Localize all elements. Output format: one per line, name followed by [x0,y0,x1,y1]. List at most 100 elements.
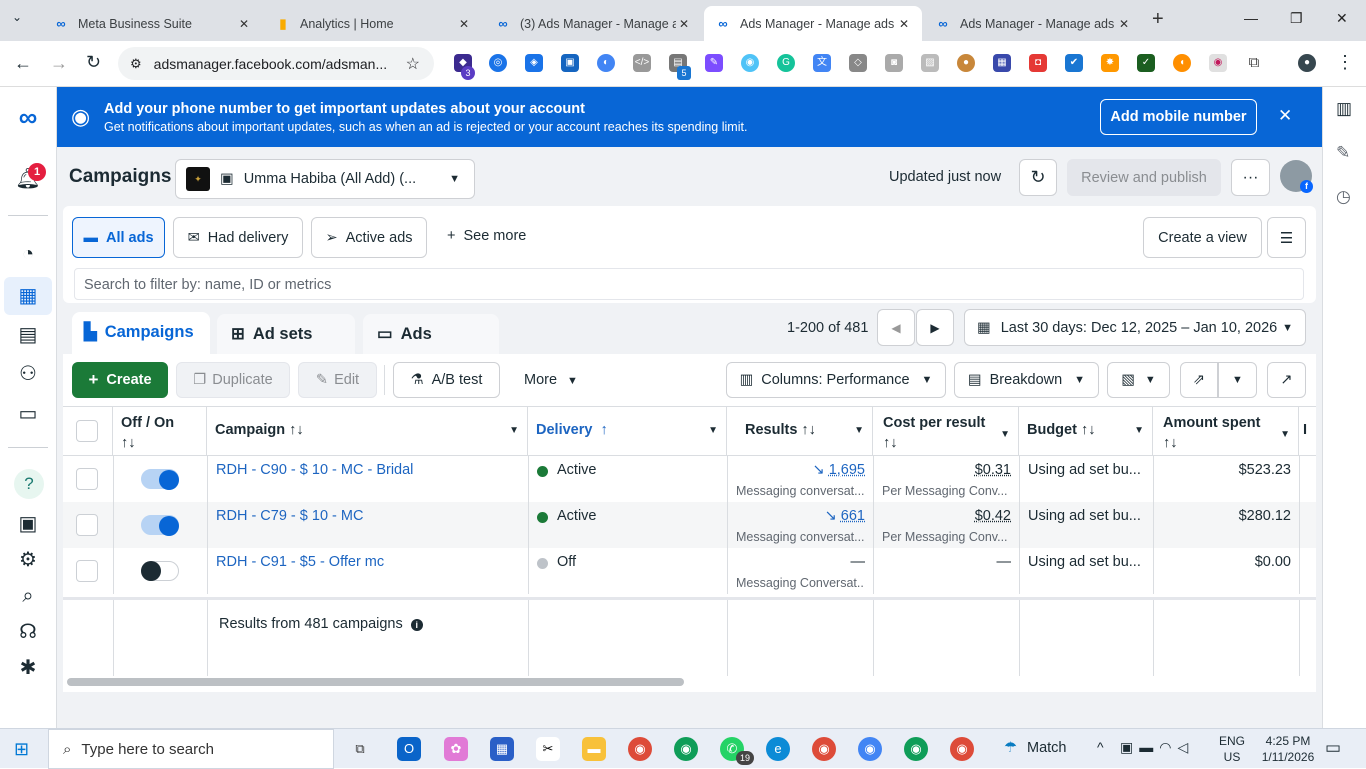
meta-logo-icon[interactable]: ∞ [14,103,42,131]
tab-ads[interactable]: ▭ Ads [363,314,499,354]
weather-widget[interactable]: ☂ Match [1004,740,1067,756]
grammarly-icon[interactable]: G [777,54,795,72]
history-clock-icon[interactable]: ◷ [1336,187,1351,207]
see-more-button[interactable]: + See more [447,228,526,244]
close-icon[interactable]: ✕ [456,17,472,31]
browser-menu-icon[interactable]: ⋮ [1336,52,1354,73]
address-bar[interactable]: ⚙ adsmanager.facebook.com/adsman... ☆ [118,47,434,80]
minimize-icon[interactable]: — [1244,10,1258,26]
browser-tab-active[interactable]: ∞ Ads Manager - Manage ads ✕ [704,6,922,41]
back-icon[interactable]: ← [14,53,32,74]
help-icon[interactable]: ? [14,469,44,499]
browser-tab[interactable]: ∞ Meta Business Suite ✕ [42,6,262,41]
row-checkbox[interactable] [76,514,98,536]
site-info-icon[interactable]: ⚙ [130,56,142,72]
account-overview-gauge-icon[interactable]: ◔ [14,240,42,268]
column-header-off-on[interactable]: Off / On ↑↓ [113,407,207,455]
tray-icons[interactable]: ▣▬◠◁ [1120,739,1194,756]
profile-avatar[interactable]: ● [1298,54,1316,72]
row-checkbox[interactable] [76,560,98,582]
bug-report-icon[interactable]: ✱ [14,654,42,682]
column-menu-icon[interactable]: ▼ [708,425,718,436]
extension-icon[interactable]: ✎ [705,54,723,72]
campaign-name-link[interactable]: RDH - C90 - $ 10 - MC - Bridal [216,462,413,478]
tab-search-chevron-icon[interactable]: ⌄ [12,10,22,24]
column-header-budget[interactable]: Budget ↑↓ ▼ [1019,407,1153,455]
charts-button[interactable]: ↗ [1267,362,1306,398]
extension-icon[interactable]: ✓ [1137,54,1155,72]
edit-pencil-icon[interactable]: ✎ [1336,143,1350,163]
view-settings-button[interactable]: ☰ [1267,217,1306,258]
extension-icon[interactable]: ◉ [1209,54,1227,72]
extension-icon[interactable]: ◈ [525,54,543,72]
windows-start-icon[interactable]: ⊞ [14,739,29,760]
campaign-toggle[interactable] [141,515,179,536]
translate-icon[interactable]: 文 [813,54,831,72]
campaign-name-link[interactable]: RDH - C91 - $5 - Offer mc [216,554,384,570]
chrome-profile-icon[interactable]: ◉ [904,737,928,761]
more-options-button[interactable]: ··· [1231,159,1270,196]
extension-icon[interactable]: ✔ [1065,54,1083,72]
extension-icon[interactable]: ◖ [1173,54,1191,72]
new-tab-icon[interactable]: + [1152,8,1164,31]
window-close-icon[interactable]: ✕ [1336,10,1348,27]
column-menu-icon[interactable]: ▼ [854,425,864,436]
tab-campaigns[interactable]: ▙ Campaigns [72,312,210,354]
task-view-icon[interactable]: ⧉ [348,737,372,761]
review-and-publish-button[interactable]: Review and publish [1067,159,1221,196]
outlook-icon[interactable]: O [397,737,421,761]
account-quality-icon[interactable]: ▣ [14,510,42,538]
column-header-campaign[interactable]: Campaign ↑↓ ▼ [207,407,528,455]
campaign-toggle[interactable] [141,469,179,490]
taskbar-search-box[interactable]: ⌕ Type here to search [48,729,334,769]
column-menu-icon[interactable]: ▼ [1000,425,1010,445]
forward-icon[interactable]: → [50,53,68,74]
file-explorer-icon[interactable]: ▬ [582,737,606,761]
extensions-puzzle-icon[interactable]: ⧉ [1245,54,1263,72]
duplicate-button[interactable]: ❐ Duplicate [176,362,290,398]
table-row[interactable]: RDH - C79 - $ 10 - MC Active ↘ 661 Messaging… [63,502,1316,548]
browser-tab[interactable]: ∞ Ads Manager - Manage ads ✕ [924,6,1142,41]
language-indicator[interactable]: ENG US [1219,733,1245,765]
reports-dropdown[interactable]: ▧ ▼ [1107,362,1170,398]
clock[interactable]: 4:25 PM 1/11/2026 [1260,733,1316,765]
column-header-delivery[interactable]: Delivery ↑ ▼ [528,407,727,455]
show-hidden-icons[interactable]: ^ [1097,739,1104,755]
export-chevron-button[interactable]: ▼ [1218,362,1257,398]
table-row[interactable]: RDH - C90 - $ 10 - MC - Bridal Active ↘ 1,6… [63,456,1316,502]
camera-icon[interactable]: ◙ [885,54,903,72]
copilot-icon[interactable]: ✿ [444,737,468,761]
column-menu-icon[interactable]: ▼ [1280,425,1290,445]
bookmark-star-icon[interactable]: ☆ [406,54,420,74]
search-input[interactable]: Search to filter by: name, ID or metrics [74,268,1304,300]
column-header-truncated[interactable]: I [1299,407,1316,455]
reload-icon[interactable]: ↻ [86,52,101,73]
export-button[interactable]: ⇗ [1180,362,1218,398]
close-icon[interactable]: ✕ [896,17,912,31]
extension-icon[interactable]: ◉ [741,54,759,72]
cookie-icon[interactable]: ● [957,54,975,72]
previous-page-button[interactable]: ◀ [877,309,915,346]
chart-icon[interactable]: ▥ [1336,99,1352,119]
campaign-name-link[interactable]: RDH - C79 - $ 10 - MC [216,508,363,524]
chrome-profile-icon[interactable]: ◉ [812,737,836,761]
view-all-ads-button[interactable]: ▬ All ads [72,217,165,258]
restore-icon[interactable]: ❐ [1290,10,1303,27]
view-had-delivery-button[interactable]: ✉ Had delivery [173,217,303,258]
next-page-button[interactable]: ▶ [916,309,954,346]
view-active-ads-button[interactable]: ➢ Active ads [311,217,427,258]
support-headset-icon[interactable]: ☊ [14,618,42,646]
add-mobile-number-button[interactable]: Add mobile number [1100,99,1257,135]
table-row[interactable]: RDH - C91 - $5 - Offer mc Off — Messaging C… [63,548,1316,594]
notification-center-icon[interactable]: ▭ [1325,738,1341,758]
select-all-checkbox[interactable] [76,420,98,442]
chrome-profile-icon[interactable]: ◉ [950,737,974,761]
column-menu-icon[interactable]: ▼ [509,425,519,436]
column-header-results[interactable]: Results ↑↓ ▼ [727,407,873,455]
extension-icon[interactable]: ✸ [1101,54,1119,72]
row-checkbox[interactable] [76,468,98,490]
results-value[interactable]: ↘ 661 [727,508,865,524]
billing-card-icon[interactable]: ▭ [14,400,42,428]
column-header-amount-spent[interactable]: Amount spent ↑↓ ▼ [1153,407,1299,455]
reports-icon[interactable]: ▤ [14,321,42,349]
